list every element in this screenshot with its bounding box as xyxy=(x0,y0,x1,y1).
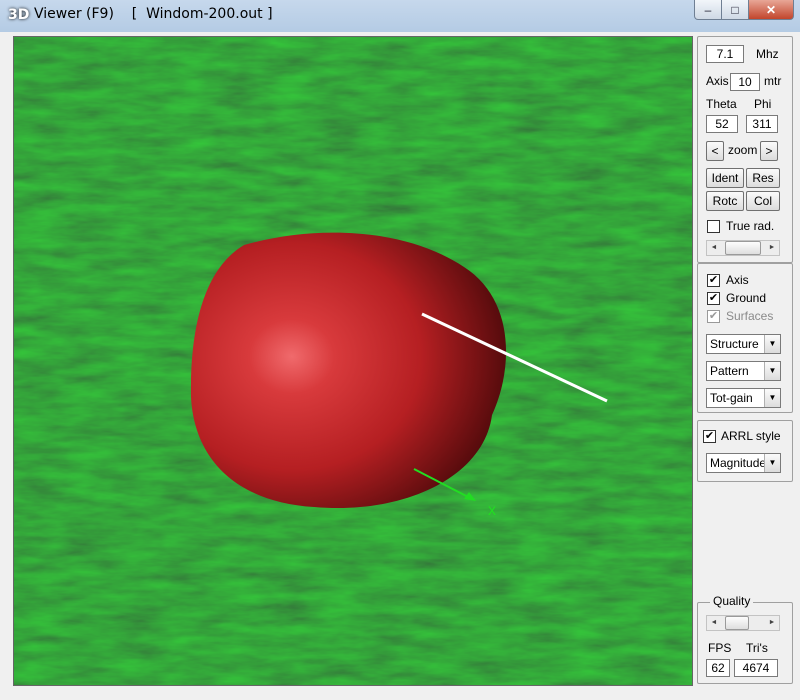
view-group: 7.1 Mhz Axis 10 mtr Theta Phi 52 311 < z… xyxy=(697,36,793,263)
ident-button[interactable]: Ident xyxy=(706,168,744,188)
x-axis-label: x xyxy=(488,502,496,519)
arrl-group: ✔ ARRL style Magnitude ▼ xyxy=(697,420,793,482)
tris-label: Tri's xyxy=(746,641,768,655)
structure-dropdown[interactable]: Structure ▼ xyxy=(706,334,781,354)
magnitude-dropdown[interactable]: Magnitude ▼ xyxy=(706,453,781,473)
zoom-label: zoom xyxy=(728,143,758,157)
theta-input[interactable]: 52 xyxy=(706,115,738,133)
quality-label: Quality xyxy=(710,594,754,608)
radius-slider[interactable]: ◄ ► xyxy=(706,240,780,256)
magnitude-dropdown-value: Magnitude xyxy=(710,456,767,470)
chevron-down-icon[interactable]: ▼ xyxy=(764,362,780,380)
ground-check-label: Ground xyxy=(726,291,767,305)
pattern-dropdown[interactable]: Pattern ▼ xyxy=(706,361,781,381)
true-rad-checkbox[interactable] xyxy=(707,220,720,233)
minimize-button[interactable]: – xyxy=(694,0,722,20)
3d-viewport[interactable]: x xyxy=(13,36,693,686)
axis-checkbox[interactable]: ✔ xyxy=(707,274,720,287)
surfaces-checkbox: ✔ xyxy=(707,310,720,323)
arrl-style-checkbox[interactable]: ✔ xyxy=(703,430,716,443)
app-window: 3D Viewer (F9) [ Windom-200.out ] – □ ✕ xyxy=(0,0,800,700)
axis-length-input[interactable]: 10 xyxy=(730,73,760,91)
maximize-button[interactable]: □ xyxy=(722,0,749,20)
control-panel: 7.1 Mhz Axis 10 mtr Theta Phi 52 311 < z… xyxy=(697,36,793,684)
ground-checkbox[interactable]: ✔ xyxy=(707,292,720,305)
quality-group: Quality ◄ ► FPS Tri's 62 4674 xyxy=(697,594,793,684)
title-bar[interactable]: 3D Viewer (F9) [ Windom-200.out ] – □ ✕ xyxy=(0,0,800,32)
zoom-out-button[interactable]: < xyxy=(706,141,724,161)
arrow-left-icon[interactable]: ◄ xyxy=(707,616,721,630)
chevron-down-icon[interactable]: ▼ xyxy=(764,454,780,472)
phi-input[interactable]: 311 xyxy=(746,115,778,133)
arrow-left-icon[interactable]: ◄ xyxy=(707,241,721,255)
phi-label: Phi xyxy=(754,97,772,111)
radiation-lobe xyxy=(190,232,507,509)
app-logo-icon: 3D xyxy=(8,7,30,23)
chevron-down-icon[interactable]: ▼ xyxy=(764,335,780,353)
pattern-dropdown-value: Pattern xyxy=(710,364,749,378)
arrow-right-icon[interactable]: ► xyxy=(765,616,779,630)
quality-slider[interactable]: ◄ ► xyxy=(706,615,780,631)
chevron-down-icon[interactable]: ▼ xyxy=(764,389,780,407)
caption-buttons: – □ ✕ xyxy=(694,0,794,20)
arrow-right-icon[interactable]: ► xyxy=(765,241,779,255)
axis-label: Axis xyxy=(706,74,729,88)
structure-dropdown-value: Structure xyxy=(710,337,759,351)
gain-dropdown[interactable]: Tot-gain ▼ xyxy=(706,388,781,408)
rotc-button[interactable]: Rotc xyxy=(706,191,744,211)
fps-label: FPS xyxy=(708,641,732,655)
close-button[interactable]: ✕ xyxy=(749,0,794,20)
zoom-in-button[interactable]: > xyxy=(760,141,778,161)
tris-value: 4674 xyxy=(734,659,778,677)
3d-scene: x xyxy=(14,37,692,685)
frequency-input[interactable]: 7.1 xyxy=(706,45,744,63)
arrl-style-label: ARRL style xyxy=(721,429,781,443)
display-group: ✔ Axis ✔ Ground ✔ Surfaces Structure ▼ P… xyxy=(697,263,793,413)
window-title: Viewer (F9) [ Windom-200.out ] xyxy=(34,6,273,22)
axis-unit: mtr xyxy=(764,74,782,88)
theta-label: Theta xyxy=(706,97,737,111)
fps-value: 62 xyxy=(706,659,730,677)
frequency-unit: Mhz xyxy=(756,47,779,61)
gain-dropdown-value: Tot-gain xyxy=(710,391,753,405)
col-button[interactable]: Col xyxy=(746,191,780,211)
axis-check-label: Axis xyxy=(726,273,749,287)
slider-thumb[interactable] xyxy=(725,616,749,630)
true-rad-label: True rad. xyxy=(726,219,775,233)
slider-thumb[interactable] xyxy=(725,241,761,255)
surfaces-check-label: Surfaces xyxy=(726,309,774,323)
res-button[interactable]: Res xyxy=(746,168,780,188)
